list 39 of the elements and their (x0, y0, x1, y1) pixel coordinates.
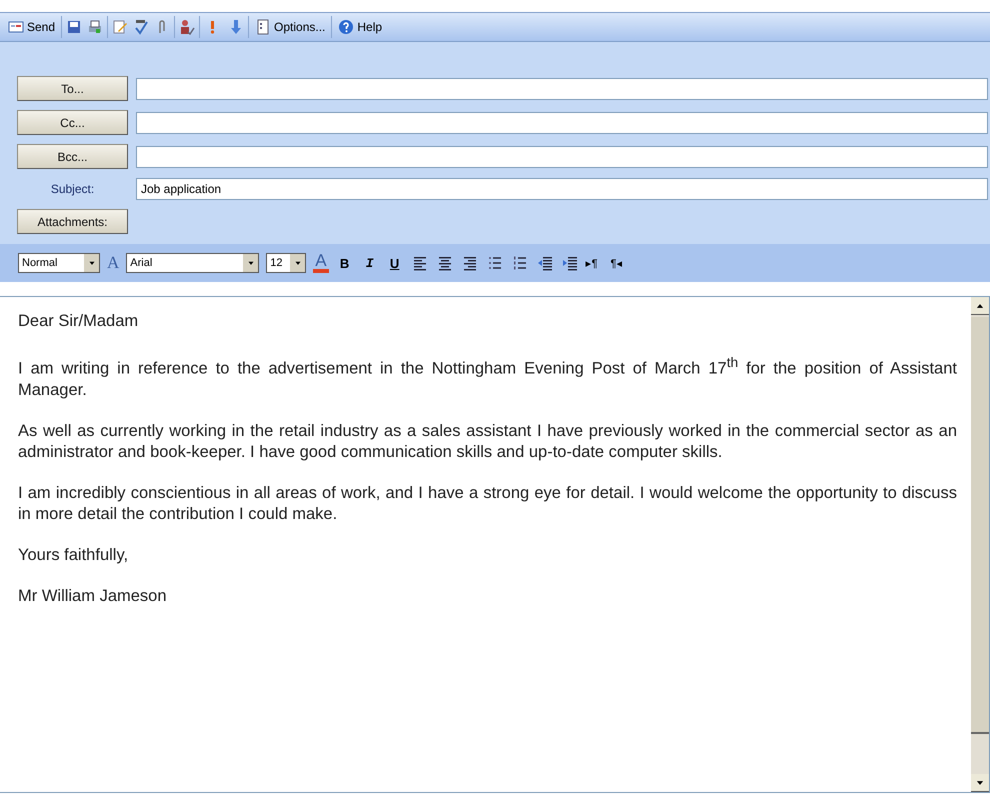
attachments-button[interactable]: Attachments: (17, 209, 128, 234)
bold-button[interactable]: B (336, 256, 354, 270)
message-paragraph: Mr William Jameson (18, 586, 168, 606)
address-button[interactable]: Bcc... (17, 144, 128, 169)
decrease-indent-icon[interactable] (536, 255, 554, 271)
scrollbar[interactable] (971, 297, 989, 792)
options-button[interactable]: Options... (253, 17, 328, 37)
increase-indent-icon[interactable] (560, 255, 579, 271)
options-icon[interactable] (255, 19, 272, 35)
edit-icon[interactable] (112, 19, 128, 35)
message-paragraph: Dear Sir/Madam (18, 311, 140, 332)
address-button[interactable]: To... (17, 76, 128, 101)
field-label: Subject: (50, 182, 96, 196)
help-icon[interactable] (338, 19, 354, 35)
subject-field[interactable]: Job application (136, 178, 988, 200)
address-button[interactable]: Cc... (17, 110, 128, 135)
message-paragraph: I am incredibly conscientious in all areas of work, and I have a strong eye for detail. I would welcome the opportunity to discuss in more detail the contribution I could make. (18, 482, 957, 524)
italic-button[interactable]: I (360, 256, 379, 270)
help-button[interactable]: Help (336, 17, 384, 37)
person-check-icon[interactable] (179, 19, 196, 35)
right-to-left-button[interactable]: ¶◂ (610, 256, 622, 270)
style-dropdown[interactable]: Normal (18, 253, 100, 273)
underline-button[interactable]: U (386, 256, 404, 270)
font-color-button[interactable]: A (313, 253, 329, 273)
envelope-icon[interactable] (8, 19, 24, 35)
message-paragraph: I am writing in reference to the advertisement in the Nottingham Evening Post of March 17$^{th}$ for the position of Assistant Manager. (18, 354, 957, 400)
address-field[interactable] (136, 112, 988, 134)
left-to-right-button[interactable]: ▸¶ (586, 256, 598, 270)
send-button[interactable]: Send (6, 17, 58, 37)
printer-icon[interactable] (87, 19, 104, 35)
spellcheck-icon[interactable] (133, 19, 150, 35)
size-dropdown[interactable]: 12 (266, 253, 306, 273)
font-icon: A (107, 253, 120, 273)
save-icon[interactable] (66, 19, 82, 35)
message-paragraph: Yours faithfully, (18, 544, 130, 566)
message-paragraph: As well as currently working in the retail industry as a sales assistant I have previously worked in the commercial sector as an administrator and book-keeper. I have good communication skills and up-to-date computer skills. (18, 420, 957, 462)
address-field[interactable] (136, 78, 988, 100)
address-field[interactable] (136, 146, 988, 168)
font-dropdown[interactable]: Arial (126, 253, 260, 273)
